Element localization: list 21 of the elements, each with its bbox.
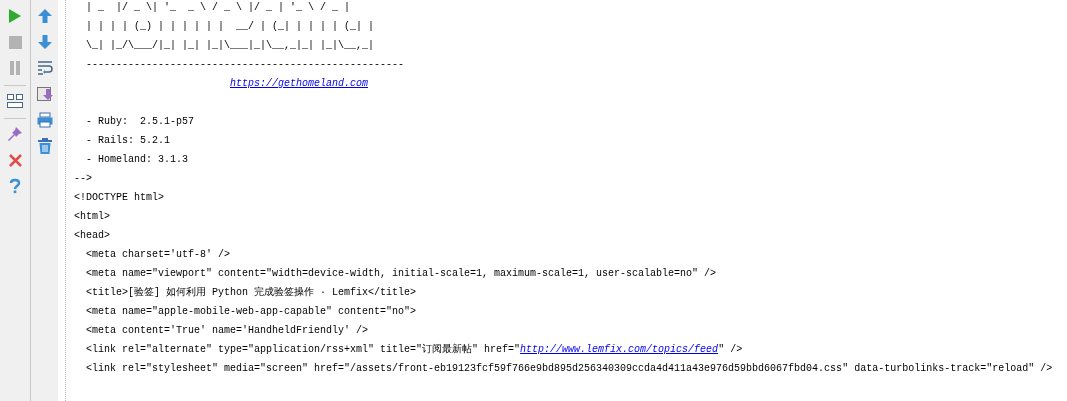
- console-text: - Rails: 5.2.1: [85, 135, 170, 146]
- console-text: <link rel="alternate" type="application/rss+xml" title="订阅最新帖" href=": [85, 344, 521, 355]
- console-text: <meta content='True' name='HandheldFriendly' />: [85, 325, 369, 336]
- console-link[interactable]: https://gethomeland.com: [230, 78, 369, 89]
- console-text: <head>: [74, 230, 110, 241]
- console-text: | | | | (_) | | | | | | __/ | (_| | | | | (_| |: [85, 21, 375, 32]
- console-text: - Homeland: 3.1.3: [85, 154, 189, 165]
- console-text: <html>: [74, 211, 110, 222]
- console-text: -----------------------------------------------------: [85, 59, 405, 70]
- console-text: -->: [74, 173, 92, 184]
- console-link[interactable]: http://www.lemfix.com/topics/feed: [520, 344, 719, 355]
- console-text: <title>[验签] 如何利用 Python 完成验签操作 · Lemfix</title>: [85, 287, 417, 298]
- console-text: <meta charset='utf-8' />: [85, 249, 231, 260]
- console-text: <!DOCTYPE html>: [74, 192, 164, 203]
- console-text: \_| |_/\___/|_| |_| |_|\___|_|\__,_|_| |_|\__,_|: [85, 40, 375, 51]
- console-text: <meta name="viewport" content="width=device-width, initial-scale=1, maximum-scale=1, user-scalable=no" />: [85, 268, 717, 279]
- console-text: - Ruby: 2.5.1-p57: [85, 116, 195, 127]
- console-text: <meta name="apple-mobile-web-app-capable" content="no">: [85, 306, 417, 317]
- console-text: <link rel="stylesheet" media="screen" href="/assets/front-eb19123fcf59f766e9bd895d256340309ccda4d411a43e976d59bbd6067fbd04.css" data-turbolinks-track="reload" />: [85, 363, 1053, 374]
- console-text: " />: [718, 344, 743, 355]
- console-text: | _ |/ _ \| '_ _ \ / _ \ |/ _ | '_ \ / _ |: [85, 2, 351, 13]
